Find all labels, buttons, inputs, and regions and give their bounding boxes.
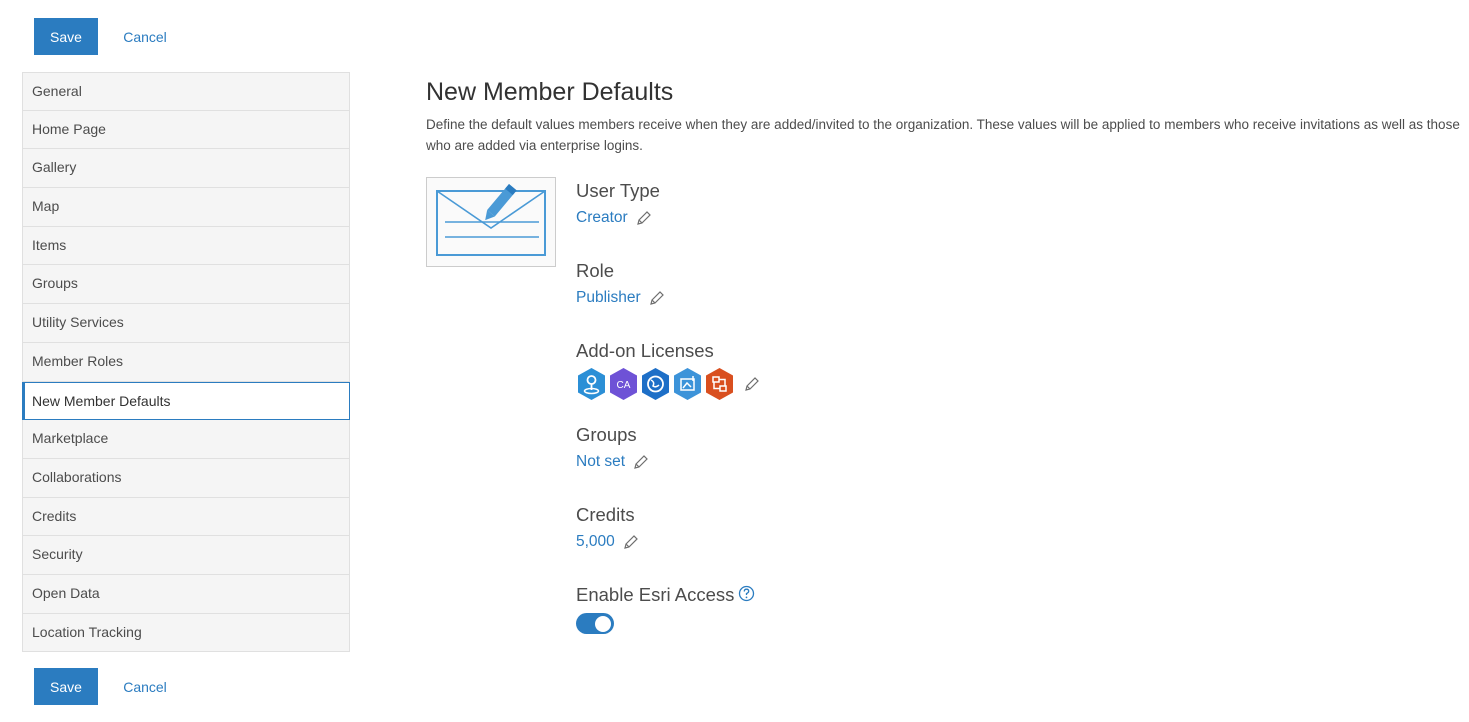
credits-value-link[interactable]: 5,000: [576, 531, 615, 553]
sidebar-item-gallery[interactable]: Gallery: [22, 149, 350, 189]
sidebar-item-security[interactable]: Security: [22, 536, 350, 575]
cancel-button[interactable]: Cancel: [110, 668, 180, 705]
user-type-value-link[interactable]: Creator: [576, 207, 628, 229]
edit-pencil-icon[interactable]: [636, 210, 652, 226]
sidebar-item-location-tracking[interactable]: Location Tracking: [22, 613, 350, 653]
envelope-edit-icon: [426, 177, 556, 267]
role-value-link[interactable]: Publisher: [576, 287, 641, 309]
addon-licenses-field: Add-on Licenses CA: [576, 338, 760, 401]
app-license-icon-workflow[interactable]: [704, 367, 735, 401]
groups-value-link[interactable]: Not set: [576, 451, 625, 473]
edit-pencil-icon[interactable]: [623, 534, 639, 550]
esri-access-field: Enable Esri Access: [576, 582, 755, 634]
sidebar-item-utility-services[interactable]: Utility Services: [22, 304, 350, 343]
sidebar-item-groups[interactable]: Groups: [22, 265, 350, 305]
settings-sidebar: General Home Page Gallery Map Items Grou…: [22, 72, 350, 653]
cancel-button[interactable]: Cancel: [110, 18, 180, 55]
credits-field: Credits 5,000: [576, 502, 639, 553]
edit-pencil-icon[interactable]: [744, 376, 760, 392]
sidebar-item-items[interactable]: Items: [22, 226, 350, 266]
esri-access-label: Enable Esri Access: [576, 584, 735, 605]
user-type-field: User Type Creator: [576, 178, 660, 229]
page-title: New Member Defaults: [426, 78, 674, 106]
edit-pencil-icon[interactable]: [633, 454, 649, 470]
addon-licenses-label: Add-on Licenses: [576, 340, 714, 361]
app-license-icon-upload[interactable]: [672, 367, 703, 401]
sidebar-item-home-page[interactable]: Home Page: [22, 110, 350, 150]
role-field: Role Publisher: [576, 258, 665, 309]
sidebar-item-collaborations[interactable]: Collaborations: [22, 458, 350, 498]
sidebar-item-open-data[interactable]: Open Data: [22, 574, 350, 614]
credits-label: Credits: [576, 504, 635, 525]
app-license-icon-1[interactable]: [576, 367, 607, 401]
toggle-knob: [595, 615, 611, 632]
esri-access-toggle[interactable]: [576, 613, 614, 634]
page-description: Define the default values members receiv…: [426, 117, 1460, 153]
sidebar-item-credits[interactable]: Credits: [22, 497, 350, 537]
edit-pencil-icon[interactable]: [649, 290, 665, 306]
role-label: Role: [576, 260, 615, 281]
ca-license-text: CA: [617, 380, 631, 391]
save-button[interactable]: Save: [34, 668, 98, 705]
user-type-label: User Type: [576, 180, 660, 201]
sidebar-item-marketplace[interactable]: Marketplace: [22, 420, 350, 459]
sidebar-item-general[interactable]: General: [22, 72, 350, 111]
sidebar-item-member-roles[interactable]: Member Roles: [22, 342, 350, 382]
app-license-icon-ca[interactable]: CA: [608, 367, 639, 401]
save-button[interactable]: Save: [34, 18, 98, 55]
app-license-icon-globe[interactable]: [640, 367, 671, 401]
groups-field: Groups Not set: [576, 422, 649, 473]
sidebar-item-new-member-defaults[interactable]: New Member Defaults: [22, 381, 350, 421]
groups-label: Groups: [576, 424, 637, 445]
help-question-icon[interactable]: [738, 585, 755, 602]
sidebar-item-map[interactable]: Map: [22, 188, 350, 227]
main-content: New Member Defaults Define the default v…: [426, 74, 1466, 156]
